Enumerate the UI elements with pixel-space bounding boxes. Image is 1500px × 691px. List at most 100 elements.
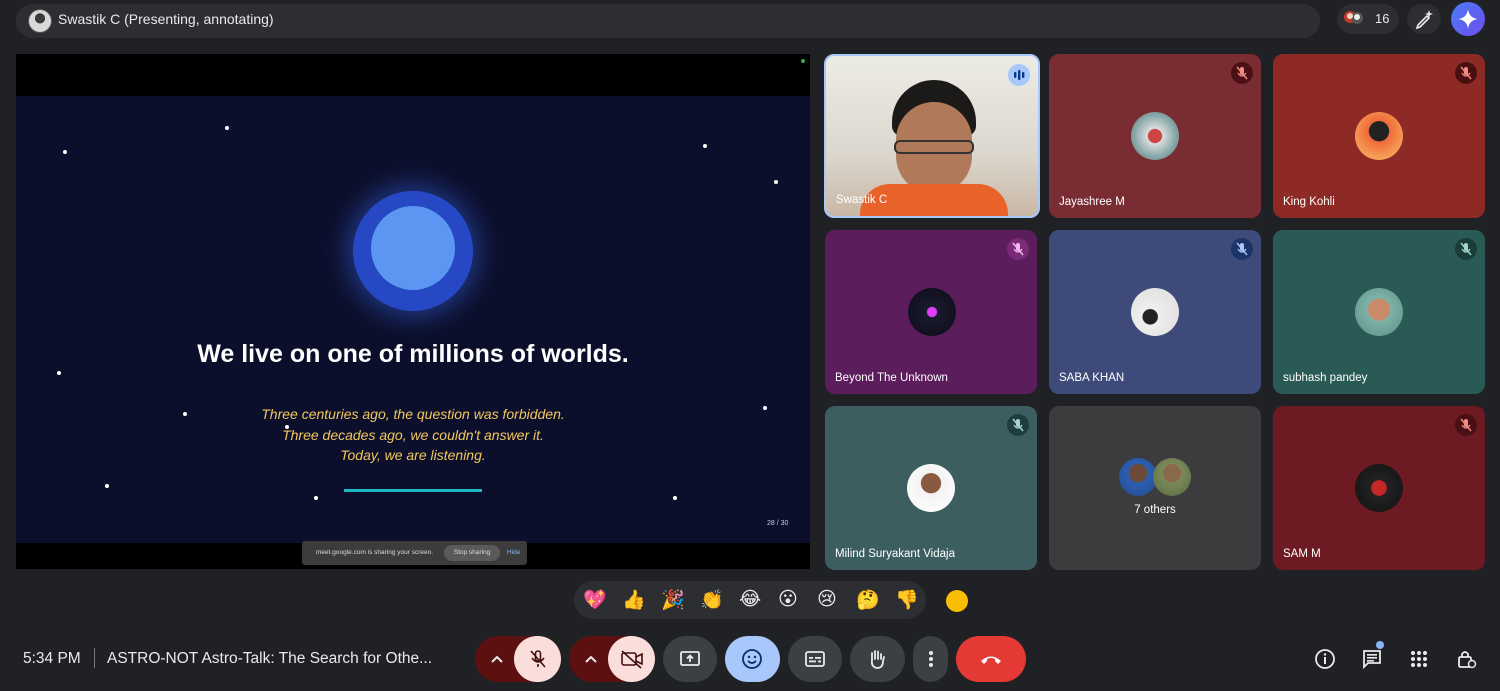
- more-options-button[interactable]: [913, 636, 948, 682]
- chat-icon[interactable]: [1360, 647, 1384, 671]
- participant-avatar: [907, 464, 955, 512]
- participant-avatar: [1131, 112, 1179, 160]
- captions-icon: [805, 651, 825, 667]
- star: [225, 126, 229, 130]
- slide-line-1: Three centuries ago, the question was fo…: [261, 406, 565, 422]
- mic-off-icon: [1460, 242, 1472, 256]
- mic-off-badge: [1455, 414, 1477, 436]
- mic-off-badge: [1231, 62, 1253, 84]
- slide: [16, 96, 810, 543]
- recording-indicator: [801, 59, 805, 63]
- others-label: 7 others: [1134, 504, 1176, 516]
- participant-name: Swastik C: [836, 194, 888, 206]
- reaction-sad[interactable]: 😢: [817, 588, 837, 611]
- participant-count: 16: [1375, 11, 1390, 26]
- mic-off-badge: [1455, 238, 1477, 260]
- apps-icon[interactable]: [1407, 647, 1431, 671]
- mic-off-icon: [1012, 418, 1024, 432]
- slide-line-3: Today, we are listening.: [340, 447, 486, 463]
- reaction-laugh[interactable]: 😂: [739, 588, 761, 611]
- participant-avatar: [1355, 288, 1403, 336]
- star: [63, 150, 67, 154]
- reaction-thumbs-down[interactable]: 👎: [895, 588, 919, 612]
- participant-tile[interactable]: SAM M: [1273, 406, 1485, 570]
- leave-call-button[interactable]: [956, 636, 1026, 682]
- present-icon: [680, 651, 700, 666]
- participant-tile[interactable]: Swastik C: [824, 54, 1040, 218]
- reaction-surprised[interactable]: 😮: [778, 588, 798, 611]
- participant-tile[interactable]: Beyond The Unknown: [825, 230, 1037, 394]
- skin-tone-selector[interactable]: [946, 590, 968, 612]
- presenter-avatar: [28, 9, 52, 33]
- raise-hand-button[interactable]: [850, 636, 905, 682]
- info-icon[interactable]: [1313, 647, 1337, 671]
- others-avatar: [1153, 458, 1191, 496]
- participant-tile[interactable]: King Kohli: [1273, 54, 1485, 218]
- reactions-button[interactable]: [725, 636, 780, 682]
- participant-tile[interactable]: Jayashree M: [1049, 54, 1261, 218]
- slide-divider: [344, 489, 482, 492]
- reaction-thumbs-up[interactable]: 👍: [622, 588, 646, 612]
- star: [314, 496, 318, 500]
- mic-toggle-button[interactable]: [514, 636, 561, 682]
- star: [774, 180, 778, 184]
- camera-toggle-button[interactable]: [608, 636, 655, 682]
- end-call-icon: [981, 656, 1001, 664]
- mic-off-icon: [530, 650, 546, 668]
- participant-avatar: [908, 288, 956, 336]
- mic-off-icon: [1460, 66, 1472, 80]
- participant-name: SAM M: [1283, 548, 1321, 560]
- participants-icon: [1344, 11, 1363, 24]
- chat-notification-dot: [1376, 641, 1384, 649]
- camera-off-icon: [621, 650, 643, 669]
- sharing-text: meet.google.com is sharing your screen.: [316, 549, 434, 556]
- mic-off-icon: [1236, 242, 1248, 256]
- participant-name: Milind Suryakant Vidaja: [835, 548, 955, 560]
- captions-button[interactable]: [788, 636, 842, 682]
- divider: [94, 648, 95, 668]
- planet: [371, 206, 455, 290]
- presenter-label: Swastik C (Presenting, annotating): [58, 11, 274, 27]
- video-glasses: [894, 140, 974, 154]
- star: [105, 484, 109, 488]
- slide-headline: We live on one of millions of worlds.: [197, 340, 629, 368]
- slide-page-number: 28 / 30: [767, 520, 789, 527]
- reaction-sparkling-heart[interactable]: 💖: [583, 588, 607, 612]
- gemini-button[interactable]: [1451, 2, 1485, 36]
- mic-off-icon: [1236, 66, 1248, 80]
- mic-off-badge: [1231, 238, 1253, 260]
- participant-avatar: [1355, 112, 1403, 160]
- mic-off-badge: [1007, 238, 1029, 260]
- participant-avatar: [1355, 464, 1403, 512]
- others-tile[interactable]: 7 others: [1049, 406, 1261, 570]
- camera-options-chevron-icon[interactable]: [583, 652, 599, 666]
- mic-options-chevron-icon[interactable]: [489, 652, 505, 666]
- participant-name: subhash pandey: [1283, 372, 1368, 384]
- annotate-button[interactable]: [1407, 4, 1441, 34]
- reaction-party[interactable]: 🎉: [661, 588, 685, 612]
- mic-off-icon: [1012, 242, 1024, 256]
- participant-tile[interactable]: subhash pandey: [1273, 230, 1485, 394]
- hide-button[interactable]: Hide: [507, 549, 520, 556]
- participant-avatar: [1131, 288, 1179, 336]
- mic-off-badge: [1455, 62, 1477, 84]
- emoji-icon: [742, 649, 762, 669]
- participant-tile[interactable]: Milind Suryakant Vidaja: [825, 406, 1037, 570]
- audio-bars-icon: [1014, 70, 1025, 80]
- present-button[interactable]: [663, 636, 717, 682]
- host-controls-icon[interactable]: [1454, 647, 1478, 671]
- stop-sharing-button[interactable]: Stop sharing: [444, 545, 500, 561]
- pen-sparkle-icon: [1415, 10, 1433, 30]
- clock: 5:34 PM: [23, 650, 81, 667]
- reaction-thinking[interactable]: 🤔: [856, 588, 880, 612]
- raise-hand-icon: [870, 650, 885, 669]
- participant-name: SABA KHAN: [1059, 372, 1125, 384]
- meeting-title: ASTRO-NOT Astro-Talk: The Search for Oth…: [107, 650, 433, 667]
- participant-tile[interactable]: SABA KHAN: [1049, 230, 1261, 394]
- star: [703, 144, 707, 148]
- reaction-clap[interactable]: 👏: [700, 588, 724, 612]
- mic-off-icon: [1460, 418, 1472, 432]
- participant-name: Beyond The Unknown: [835, 372, 948, 384]
- participant-name: King Kohli: [1283, 196, 1335, 208]
- participant-name: Jayashree M: [1059, 196, 1125, 208]
